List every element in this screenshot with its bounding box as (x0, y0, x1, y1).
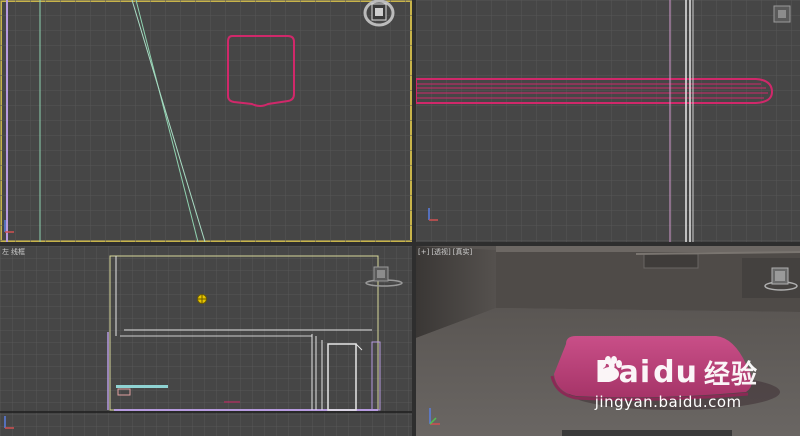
viewport-view-label[interactable]: 左 (2, 248, 9, 256)
viewport-shading-label[interactable]: 线框 (11, 248, 25, 256)
viewport-top-left-canvas (0, 0, 412, 242)
watermark-cn: 经验 (703, 360, 758, 390)
axis-tripod-icon (428, 208, 438, 221)
watermark-brand-tail: du (653, 355, 698, 390)
viewport-top-left[interactable] (0, 0, 412, 242)
axis-tripod-icon (4, 416, 14, 429)
viewport-bottom-left-canvas (0, 246, 412, 436)
viewport-bottom-right[interactable]: [+] [透视] [真实] Bai du 经验 jingyan.baidu.com (416, 246, 800, 436)
baidu-paw-icon (599, 356, 622, 381)
viewport-menu-label[interactable]: [+] (418, 248, 429, 256)
viewport-label-bottom-right[interactable]: [+] [透视] [真实] (418, 247, 474, 257)
baidu-jingyan-watermark: Bai du 经验 jingyan.baidu.com (595, 354, 758, 411)
viewport-bottom-left[interactable]: 左线框 (0, 246, 412, 436)
pivot-crosshair-icon[interactable] (196, 293, 208, 305)
viewport-label-bottom-left[interactable]: 左线框 (2, 247, 27, 257)
watermark-url: jingyan.baidu.com (594, 393, 742, 411)
viewport-shading-label[interactable]: [真实] (453, 248, 472, 256)
axis-tripod-icon (429, 408, 440, 425)
axis-tripod-icon (4, 220, 14, 233)
viewport-view-label[interactable]: [透视] (431, 248, 450, 256)
viewport-top-right[interactable] (416, 0, 800, 242)
viewport-top-right-canvas (416, 0, 800, 242)
